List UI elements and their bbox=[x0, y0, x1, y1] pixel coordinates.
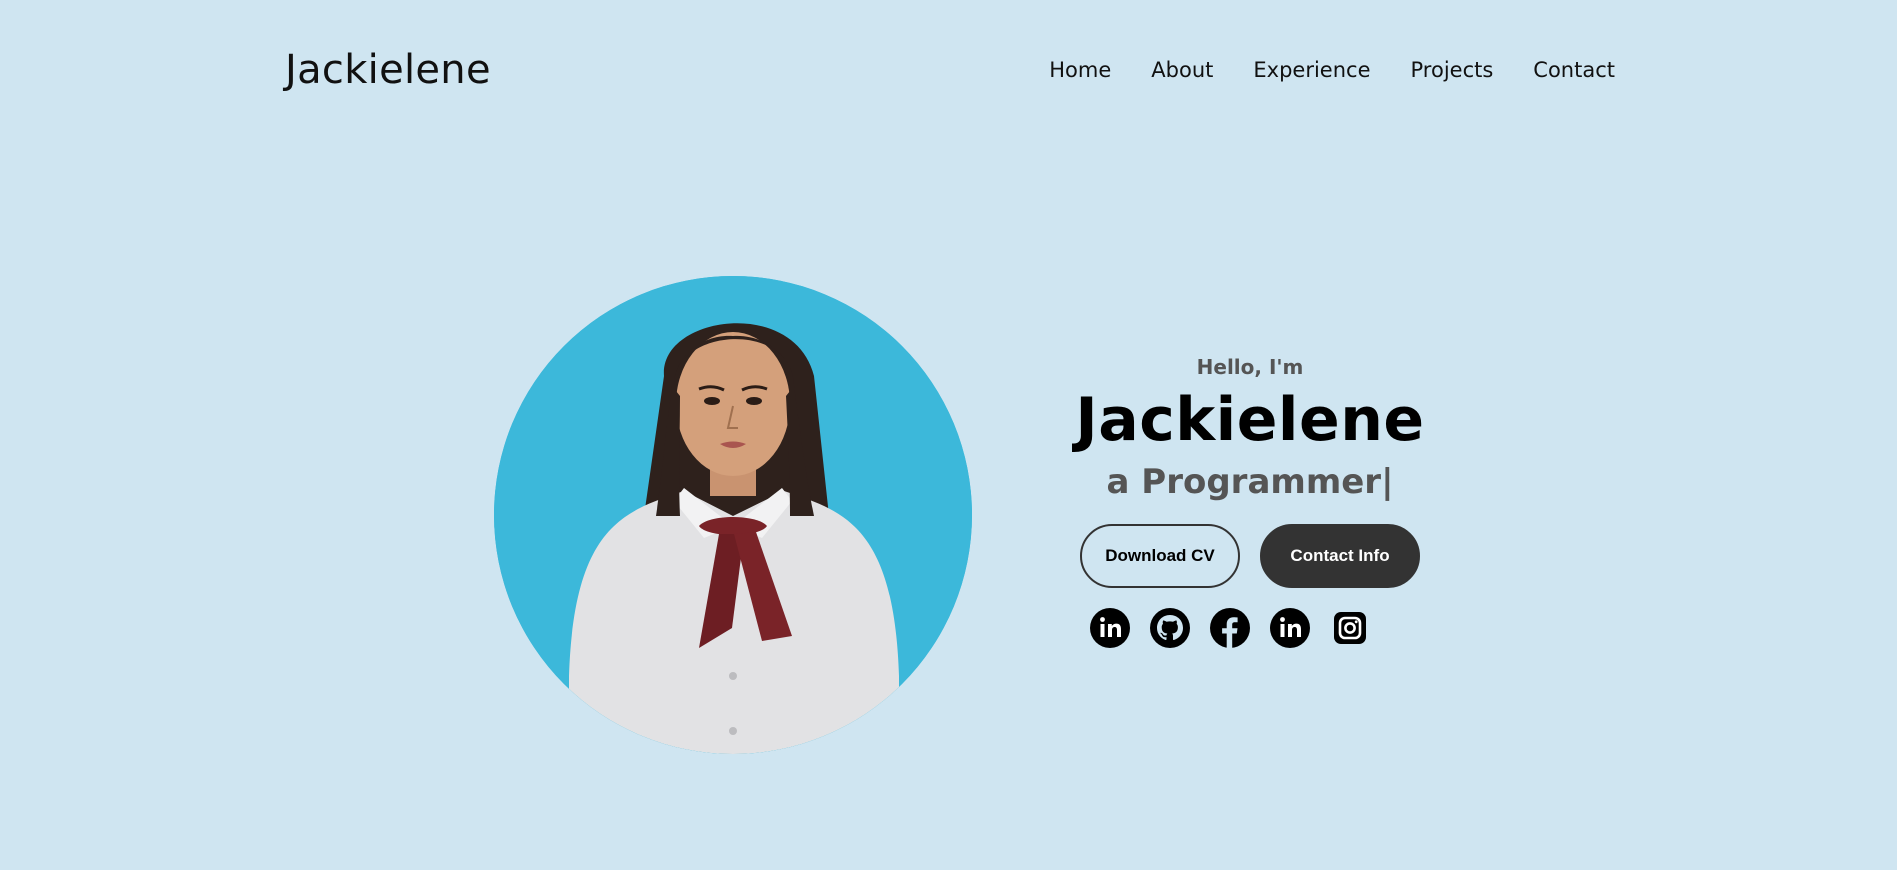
nav-links: Home About Experience Projects Contact bbox=[1049, 58, 1615, 82]
typing-cursor: | bbox=[1381, 462, 1394, 502]
contact-info-button[interactable]: Contact Info bbox=[1260, 524, 1420, 588]
facebook-icon[interactable] bbox=[1210, 608, 1250, 648]
social-links bbox=[1090, 608, 1370, 648]
role-text: Programmer bbox=[1141, 462, 1382, 502]
nav-projects-link[interactable]: Projects bbox=[1411, 58, 1494, 82]
nav-about-link[interactable]: About bbox=[1151, 58, 1213, 82]
greeting-text: Hello, I'm bbox=[1196, 355, 1304, 379]
hero-buttons: Download CV Contact Info bbox=[1080, 524, 1420, 588]
nav-experience-link[interactable]: Experience bbox=[1253, 58, 1370, 82]
site-logo[interactable]: Jackielene bbox=[285, 47, 491, 93]
linkedin-icon[interactable] bbox=[1090, 608, 1130, 648]
nav-contact-link[interactable]: Contact bbox=[1533, 58, 1615, 82]
role-typewriter: a Programmer| bbox=[1107, 462, 1394, 502]
profile-photo bbox=[494, 276, 972, 754]
instagram-icon[interactable] bbox=[1330, 608, 1370, 648]
top-nav: Jackielene Home About Experience Project… bbox=[285, 40, 1615, 100]
hero-name: Jackielene bbox=[1075, 385, 1425, 455]
hero-intro: Hello, I'm Jackielene a Programmer| Down… bbox=[1070, 355, 1430, 648]
profile-portrait-illustration bbox=[494, 276, 972, 754]
download-cv-button[interactable]: Download CV bbox=[1080, 524, 1240, 588]
role-prefix: a bbox=[1106, 462, 1130, 502]
github-icon[interactable] bbox=[1150, 608, 1190, 648]
linkedin-icon[interactable] bbox=[1270, 608, 1310, 648]
nav-home-link[interactable]: Home bbox=[1049, 58, 1111, 82]
